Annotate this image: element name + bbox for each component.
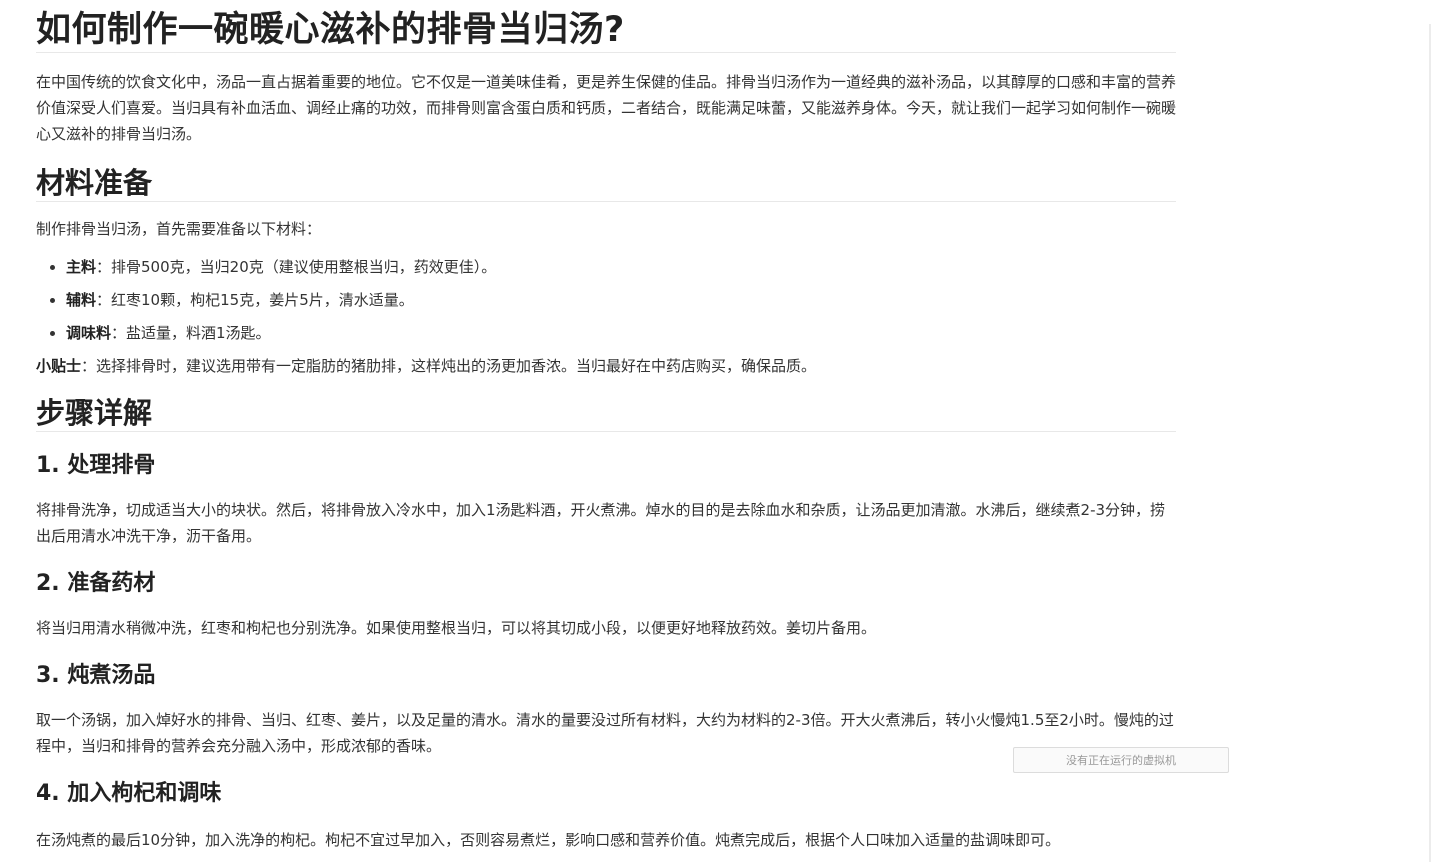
list-item-label: 辅料 bbox=[66, 291, 97, 309]
materials-list: 主料：排骨500克，当归20克（建议使用整根当归，药效更佳）。 辅料：红枣10颗… bbox=[36, 254, 1176, 346]
article: 如何制作一碗暖心滋补的排骨当归汤? 在中国传统的饮食文化中，汤品一直占据着重要的… bbox=[36, 0, 1176, 853]
list-item: 辅料：红枣10颗，枸杞15克，姜片5片，清水适量。 bbox=[66, 287, 1176, 313]
intro-paragraph: 在中国传统的饮食文化中，汤品一直占据着重要的地位。它不仅是一道美味佳肴，更是养生… bbox=[36, 73, 1177, 143]
step-text: 将当归用清水稍微冲洗，红枣和枸杞也分别洗净。如果使用整根当归，可以将其切成小段，… bbox=[36, 619, 877, 637]
step-title: 4. 加入枸杞和调味 bbox=[36, 781, 222, 806]
step-title: 1. 处理排骨 bbox=[36, 453, 156, 478]
step-text: 在汤炖煮的最后10分钟，加入洗净的枸杞。枸杞不宜过早加入，否则容易煮烂，影响口感… bbox=[36, 831, 1061, 849]
step-title: 2. 准备药材 bbox=[36, 571, 156, 596]
tip-text: ：选择排骨时，建议选用带有一定脂肪的猪肋排，这样炖出的汤更加香浓。当归最好在中药… bbox=[81, 357, 817, 375]
page: 如何制作一碗暖心滋补的排骨当归汤? 在中国传统的饮食文化中，汤品一直占据着重要的… bbox=[0, 0, 1432, 862]
step-text: 取一个汤锅，加入焯好水的排骨、当归、红枣、姜片，以及足量的清水。清水的量要没过所… bbox=[36, 711, 1174, 755]
list-item-label: 调味料 bbox=[66, 324, 112, 342]
list-item: 调味料：盐适量，料酒1汤匙。 bbox=[66, 320, 1176, 346]
step-title: 3. 炖煮汤品 bbox=[36, 663, 156, 688]
materials-heading: 材料准备 bbox=[36, 165, 1176, 202]
list-item-label: 主料 bbox=[66, 258, 97, 276]
materials-intro: 制作排骨当归汤，首先需要准备以下材料： bbox=[36, 220, 322, 238]
scrollbar-track[interactable] bbox=[1429, 24, 1431, 862]
page-title: 如何制作一碗暖心滋补的排骨当归汤? bbox=[36, 8, 1176, 53]
list-item-text: ：红枣10颗，枸杞15克，姜片5片，清水适量。 bbox=[96, 291, 414, 309]
tip-label: 小贴士 bbox=[36, 357, 82, 375]
tip-paragraph: 小贴士：选择排骨时，建议选用带有一定脂肪的猪肋排，这样炖出的汤更加香浓。当归最好… bbox=[36, 353, 1176, 379]
step-text: 将排骨洗净，切成适当大小的块状。然后，将排骨放入冷水中，加入1汤匙料酒，开火煮沸… bbox=[36, 501, 1166, 545]
vm-status-tooltip: 没有正在运行的虚拟机 bbox=[1013, 747, 1229, 773]
list-item: 主料：排骨500克，当归20克（建议使用整根当归，药效更佳）。 bbox=[66, 254, 1176, 280]
list-item-text: ：盐适量，料酒1汤匙。 bbox=[111, 324, 271, 342]
steps-heading: 步骤详解 bbox=[36, 395, 1176, 432]
list-item-text: ：排骨500克，当归20克（建议使用整根当归，药效更佳）。 bbox=[96, 258, 497, 276]
